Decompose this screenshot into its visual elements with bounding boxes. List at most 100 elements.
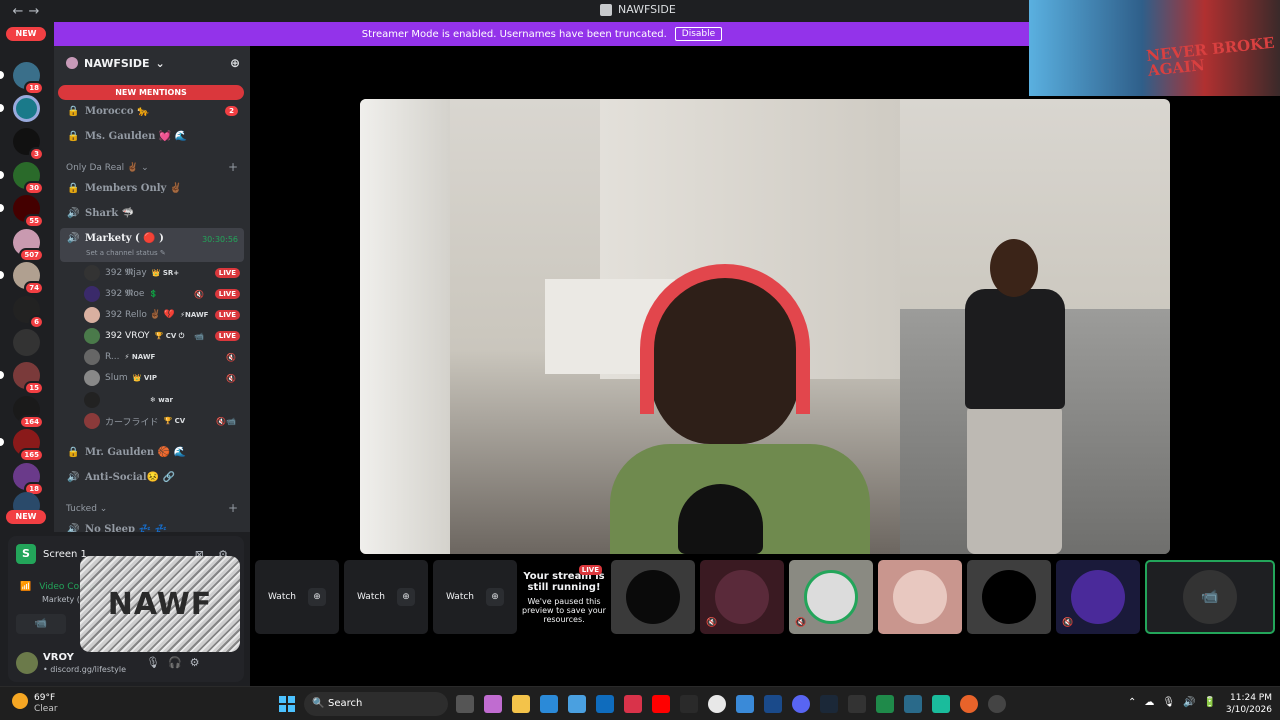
participant-tile[interactable]: 🔇 [1056,560,1140,634]
server-icon-1[interactable]: 18 [13,62,44,95]
camera-button[interactable]: 📹 [16,614,66,634]
add-channel-icon[interactable]: + [228,501,238,515]
new-mentions-bar[interactable]: NEW MENTIONS [58,85,244,100]
popout-icon[interactable]: ⊕ [397,588,416,606]
app-icon[interactable] [680,695,698,713]
system-tray[interactable]: ⌃☁🎙🔊🔋 [1128,697,1224,708]
channel-morocco[interactable]: 🔒 Morocco 🐆 2 [60,100,244,122]
category-tucked[interactable]: Tucked ⌄ + [66,501,238,515]
channel-members-only[interactable]: 🔒 Members Only ✌🏾 [60,177,244,199]
voice-user[interactable]: Slum 👑 VIP 🔇 [84,368,244,388]
unread-indicator [0,271,4,279]
voice-user[interactable]: 392 𝕸oe 💲 🔇 LIVE [84,284,244,304]
app-icon[interactable] [988,695,1006,713]
store-icon[interactable] [568,695,586,713]
avatar [1071,570,1125,624]
start-button[interactable] [279,696,295,712]
camera-icon: 📹 [1183,570,1237,624]
channel-anti-social[interactable]: 🔊 Anti-Social😣 🔗 [60,466,244,488]
channel-list: NAWFSIDE ⌄ ⊕ NEW MENTIONS 🔒 Morocco 🐆 2 … [54,46,250,532]
stream-tile-watch[interactable]: Watch ⊕ [433,560,517,634]
taskbar-search[interactable]: 🔍 Search [304,692,448,716]
server-icon-3[interactable]: 3 [13,128,44,161]
search-icon: 🔍 [312,698,325,709]
new-pill-bottom[interactable]: NEW [6,510,46,524]
adobe-icon[interactable] [624,695,642,713]
server-icon-13[interactable]: 18 [13,463,44,496]
voice-user[interactable]: R... ⚡ NAWF 🔇 [84,347,244,367]
participant-tile[interactable]: 🔇 [789,560,873,634]
server-icon-9[interactable] [13,329,40,356]
voice-user[interactable]: ❄ war [84,390,244,410]
self-camera-tile[interactable]: 📹 [1145,560,1275,634]
weather-icon [12,693,28,709]
server-icon-10[interactable]: 15 [13,362,44,395]
live-badge: LIVE [214,310,240,320]
server-icon-4[interactable]: 30 [13,162,44,195]
new-pill-top[interactable]: NEW [6,27,46,41]
stream-tile-watch[interactable]: Watch ⊕ [344,560,428,634]
server-icon-11[interactable]: 164 [13,396,44,429]
obs-icon[interactable] [848,695,866,713]
channel-shark[interactable]: 🔊 Shark 🦈 [60,202,244,224]
app-icon[interactable] [960,695,978,713]
current-user[interactable]: VROY • discord.gg/lifestyle 🎙🎧⚙ [16,650,238,678]
popout-icon[interactable]: ⊕ [308,588,327,606]
paused-preview-tile[interactable]: LIVE Your stream is still running! We've… [522,560,606,634]
task-view-icon[interactable] [456,695,474,713]
disable-button[interactable]: Disable [674,27,723,41]
forward-arrow-icon[interactable]: → [26,4,42,19]
voice-user[interactable]: カーフライド 🏆 CV 🔇📹 [84,411,244,431]
channel-no-sleep[interactable]: 🔊 No Sleep 💤 💤 [60,518,244,533]
photos-icon[interactable] [736,695,754,713]
server-header[interactable]: NAWFSIDE ⌄ ⊕ [54,46,250,80]
avatar [84,265,100,281]
participant-tile[interactable] [878,560,962,634]
server-icon-7[interactable]: 74 [13,262,44,295]
avatar [804,570,858,624]
app-icon[interactable] [764,695,782,713]
chevron-down-icon: ⌄ [155,56,165,70]
voice-user[interactable]: 392 VROY 🏆 CV ⏻ 📹 LIVE [84,326,244,346]
server-icon-6[interactable]: 507 [13,229,44,262]
edge-icon[interactable] [540,695,558,713]
add-channel-icon[interactable]: + [228,160,238,174]
voice-user[interactable]: 392 Rello ✌🏾 💔 ⚡NAWF LIVE [84,305,244,325]
mic-headphones-settings-icons[interactable]: 🎙🎧⚙ [146,656,208,669]
participant-tile[interactable]: 🔇 [700,560,784,634]
avatar [84,349,100,365]
server-icon-8[interactable]: 6 [13,296,44,329]
server-icon-5[interactable]: 55 [13,195,44,228]
clock[interactable]: 11:24 PM 3/10/2026 [1222,692,1272,716]
add-member-icon[interactable]: ⊕ [230,56,240,70]
participant-tile[interactable] [611,560,695,634]
picture-in-picture[interactable]: NEVER BROKE AGAIN [1029,0,1280,96]
chrome-icon[interactable] [708,695,726,713]
participant-tile[interactable] [967,560,1051,634]
deafened-icon: 🔇 [795,618,807,628]
app-icon[interactable] [904,695,922,713]
steam-icon[interactable] [820,695,838,713]
voice-user[interactable]: 392 𝕸jay 👑 SR+ LIVE [84,263,244,283]
youtube-icon[interactable] [652,695,670,713]
channel-mr-gaulden[interactable]: 🔒 Mr. Gaulden 🏀 🌊 [60,441,244,463]
xbox-icon[interactable] [876,695,894,713]
copilot-icon[interactable] [484,695,502,713]
stream-tile-watch[interactable]: Watch ⊕ [255,560,339,634]
channel-ms-gaulden[interactable]: 🔒 Ms. Gaulden 💓 🌊 [60,125,244,147]
file-explorer-icon[interactable] [512,695,530,713]
channel-markety-active[interactable]: 🔊 Markety ( 🔴 ) 30:30:56 Set a channel s… [60,228,244,262]
server-icon-12[interactable]: 165 [13,429,44,462]
discord-icon[interactable] [792,695,810,713]
unread-indicator [0,104,4,112]
server-icon-2[interactable] [13,95,40,122]
popout-icon[interactable]: ⊕ [486,588,505,606]
channel-status[interactable]: Set a channel status ✎ [86,249,166,257]
stream-video[interactable] [360,99,1170,554]
banner-message: Streamer Mode is enabled. Usernames have… [361,28,667,40]
outlook-icon[interactable] [596,695,614,713]
app-icon[interactable] [932,695,950,713]
category-only-da-real[interactable]: Only Da Real ✌🏾 ⌄ + [66,160,238,174]
weather-widget[interactable]: 69°F Clear [12,693,58,714]
back-arrow-icon[interactable]: ← [10,4,26,19]
